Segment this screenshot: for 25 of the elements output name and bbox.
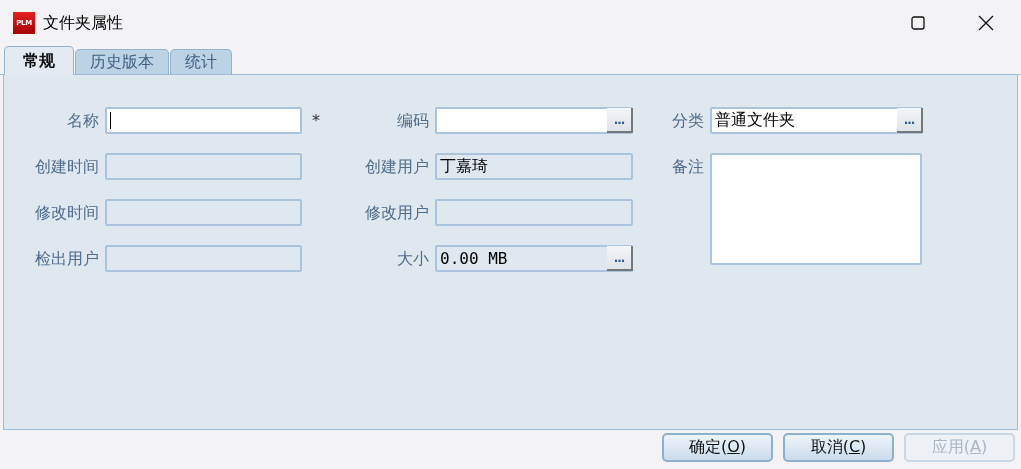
field-label: 检出用户	[34, 248, 99, 270]
field-label: 编码	[396, 110, 429, 132]
close-icon[interactable]	[978, 15, 994, 31]
tab[interactable]: 常规	[4, 46, 74, 75]
tab[interactable]: 历史版本	[75, 49, 169, 74]
field-label: 名称	[66, 110, 99, 132]
field-label: 创建用户	[364, 156, 429, 178]
field-label: 修改时间	[34, 202, 99, 224]
input-field[interactable]: ...	[435, 107, 633, 134]
input-field[interactable]	[105, 107, 302, 134]
required-mark: *	[312, 110, 320, 132]
dialog-button[interactable]: 确定(O)	[662, 433, 773, 462]
field-label: 修改用户	[364, 202, 429, 224]
maximize-icon[interactable]	[911, 16, 925, 30]
browse-button[interactable]: ...	[897, 108, 923, 133]
input-field[interactable]: 普通文件夹 ...	[710, 107, 923, 134]
field-label: 大小	[396, 248, 429, 270]
window-title: 文件夹属性	[43, 12, 123, 34]
tab[interactable]: 统计	[170, 49, 232, 74]
field-label: 创建时间	[34, 156, 99, 178]
field-label: 备注	[671, 156, 704, 178]
field-label: 分类	[671, 110, 704, 132]
dialog-button[interactable]: 取消(C)	[783, 433, 894, 462]
text-area[interactable]	[710, 153, 922, 265]
browse-button[interactable]: ...	[607, 108, 633, 133]
